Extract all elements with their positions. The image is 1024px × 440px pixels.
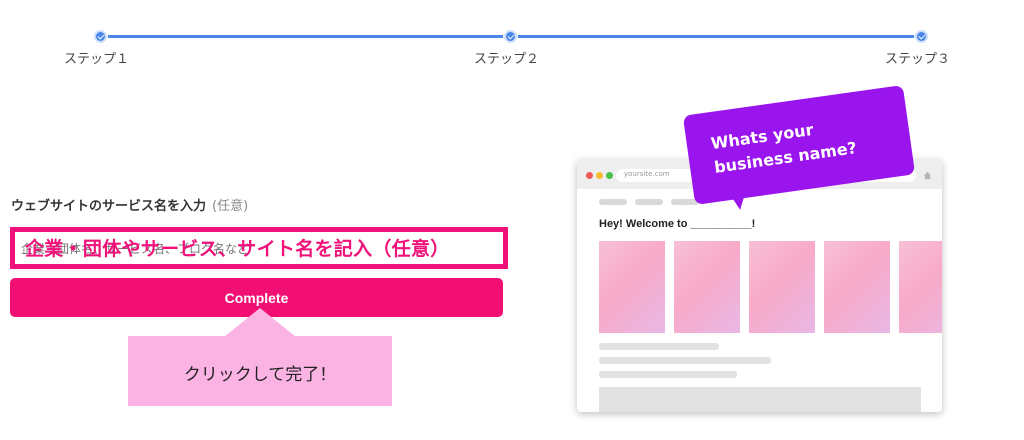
step-connector-2 — [510, 35, 922, 38]
business-name-field-highlight: 企業・団体やサービス、サイト名を記入（任意） — [10, 227, 508, 269]
speech-bubble-text: Whats your business name? — [709, 119, 858, 177]
progress-stepper: ステップ１ ステップ２ ステップ３ — [0, 0, 1024, 80]
minimize-window-icon — [596, 172, 603, 179]
close-window-icon — [586, 172, 593, 179]
image-card — [599, 241, 665, 333]
text-placeholder — [599, 357, 771, 364]
step-3-check-icon[interactable] — [915, 30, 928, 43]
footer-placeholder — [599, 387, 921, 412]
text-placeholder — [599, 343, 719, 350]
instruction-callout: クリックして完了！ — [128, 336, 392, 406]
step-2-check-icon[interactable] — [504, 30, 517, 43]
step-2-label: ステップ２ — [474, 52, 540, 67]
image-card — [824, 241, 890, 333]
url-text: yoursite.com — [624, 170, 670, 178]
callout-text: クリックして完了！ — [183, 365, 337, 385]
step-1-check-icon[interactable] — [94, 30, 107, 43]
step-3-label: ステップ３ — [885, 52, 951, 67]
nav-placeholder — [635, 199, 663, 205]
step-1-label: ステップ１ — [64, 52, 130, 67]
callout-pointer — [224, 308, 296, 337]
text-placeholder — [599, 371, 737, 378]
maximize-window-icon — [606, 172, 613, 179]
business-name-input[interactable] — [21, 236, 501, 262]
nav-placeholder — [599, 199, 627, 205]
image-card — [899, 241, 942, 333]
step-connector-1 — [100, 35, 510, 38]
home-icon — [923, 171, 932, 180]
image-card — [674, 241, 740, 333]
website-preview: yoursite.com Hey! Welcome to __________! — [577, 159, 942, 412]
optional-tag: (任意) — [212, 199, 249, 214]
business-name-label: ウェブサイトのサービス名を入力 (任意) — [11, 195, 248, 214]
welcome-heading: Hey! Welcome to __________! — [599, 218, 756, 230]
image-card — [749, 241, 815, 333]
business-name-label-text: ウェブサイトのサービス名を入力 — [11, 199, 207, 214]
